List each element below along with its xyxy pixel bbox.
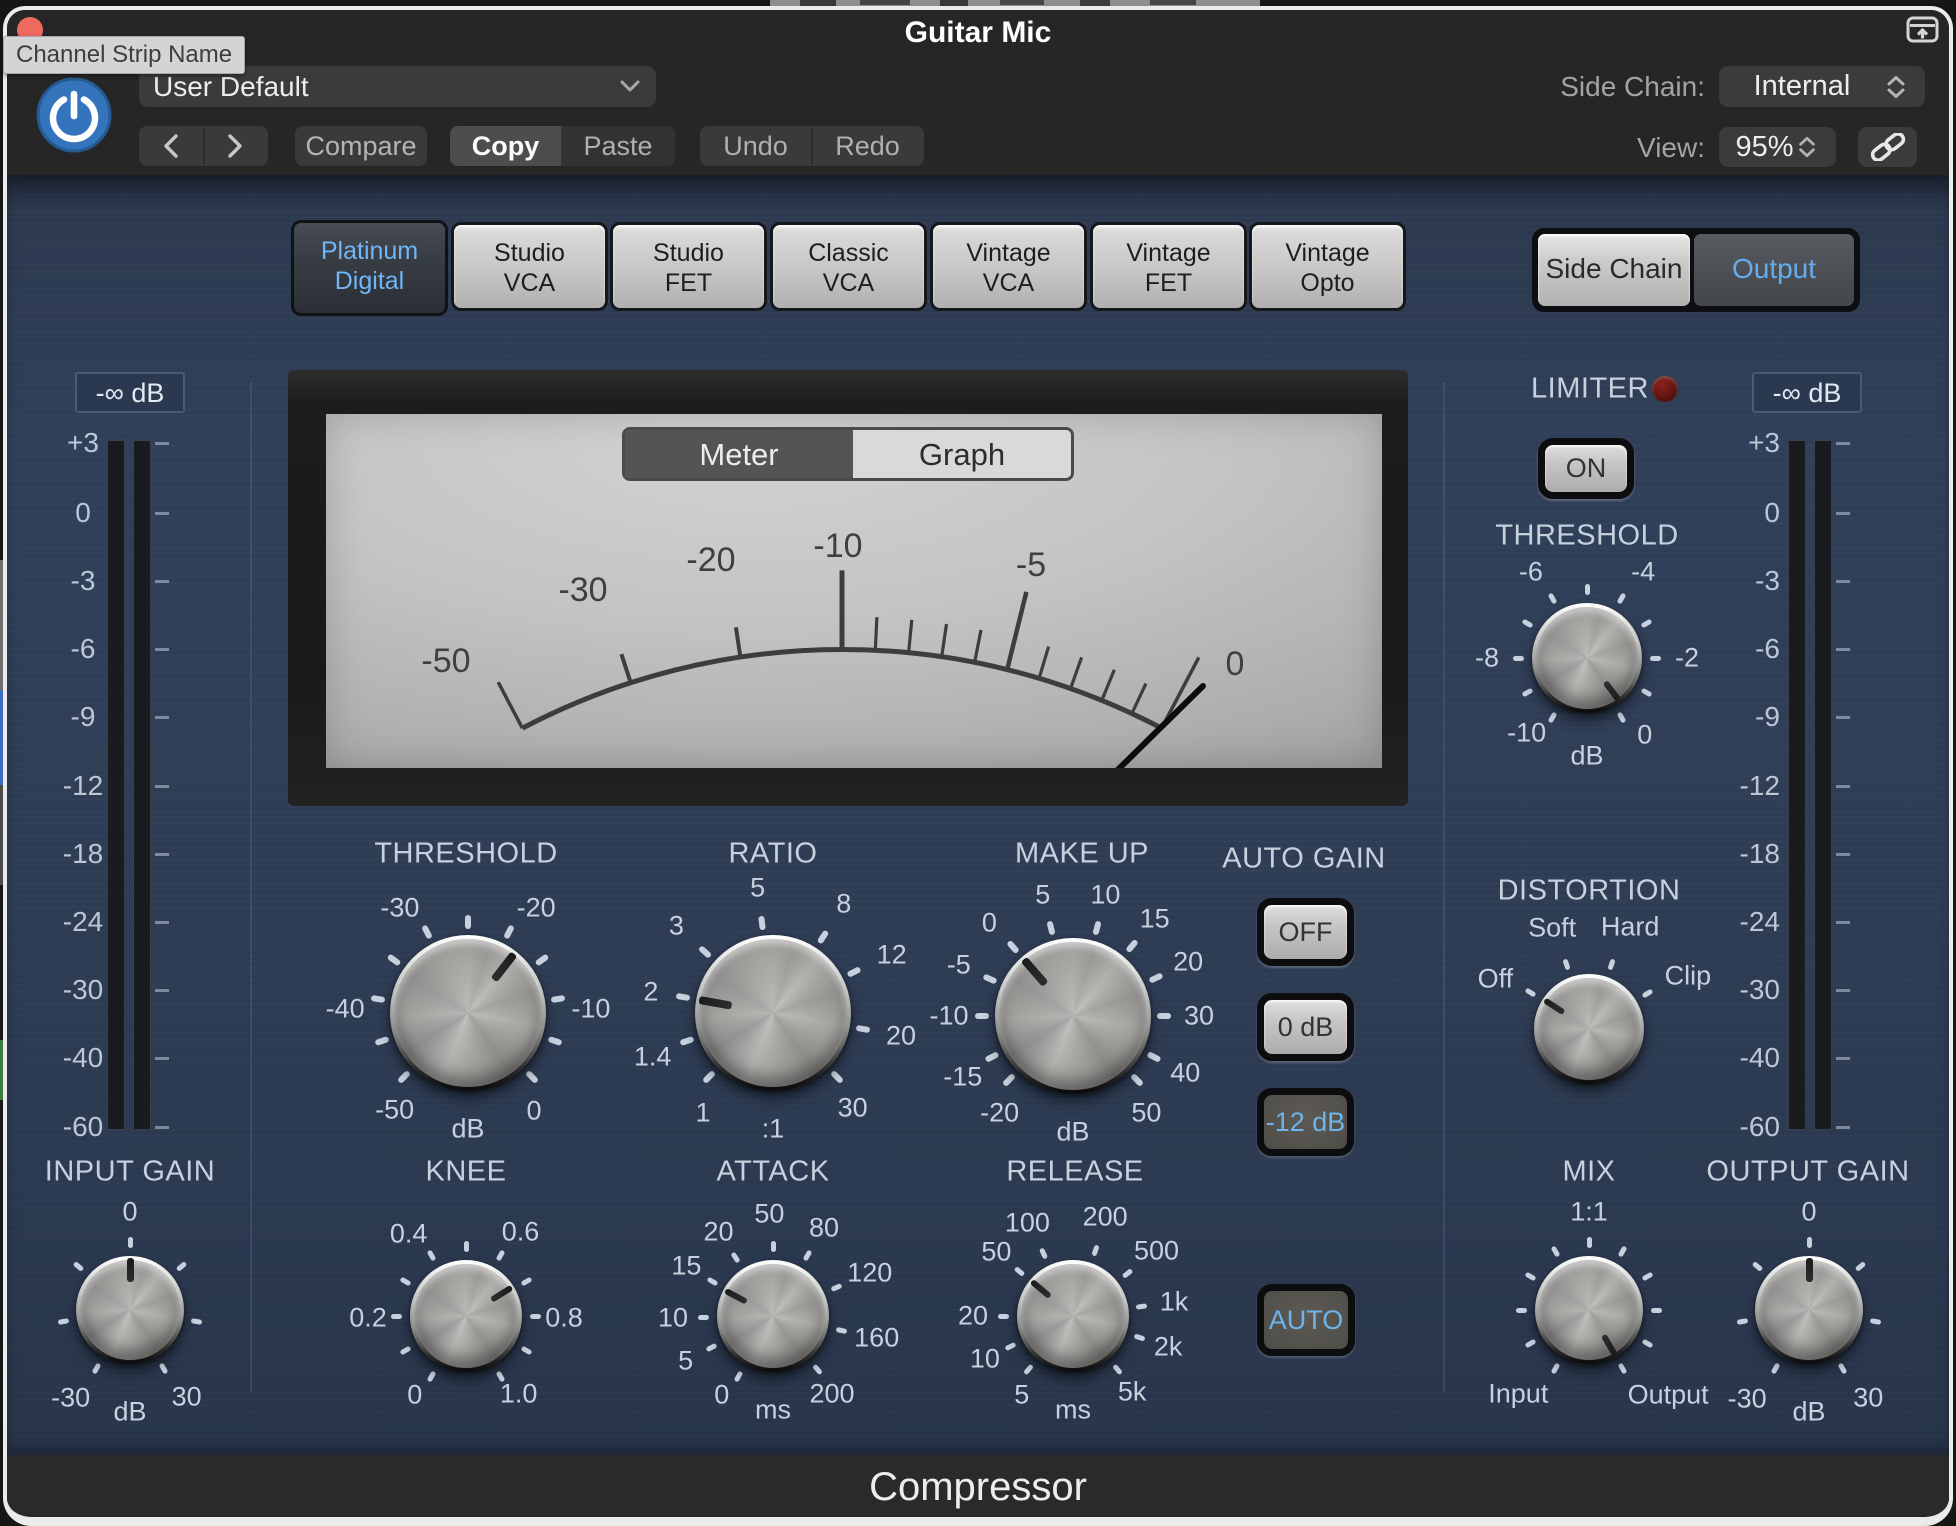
svg-text:0: 0 [1226, 645, 1245, 683]
svg-text:-10: -10 [813, 527, 862, 565]
svg-text:-5: -5 [1016, 546, 1046, 584]
svg-text:-50: -50 [421, 642, 470, 680]
svg-text:-30: -30 [558, 571, 607, 609]
svg-text:-20: -20 [686, 541, 735, 579]
